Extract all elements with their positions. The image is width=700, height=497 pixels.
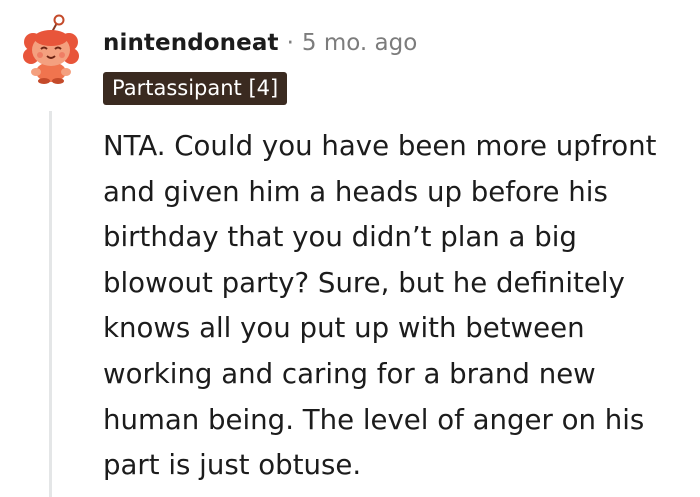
comment-body: NTA. Could you have been more upfront an… — [103, 123, 693, 488]
comment-body-line: and given him a heads up before his — [103, 174, 608, 208]
meta-separator: · — [286, 30, 294, 56]
user-flair: Partassipant [4] — [103, 72, 288, 105]
snoo-avatar-icon[interactable] — [14, 12, 88, 86]
comment-body-line: blowout party? Sure, but he definitely — [103, 265, 625, 299]
thread-line[interactable] — [49, 111, 52, 497]
username-link[interactable]: nintendoneat — [103, 30, 279, 56]
comment-timestamp[interactable]: 5 mo. ago — [302, 30, 417, 56]
comment-body-line: knows all you put up with between — [103, 311, 585, 345]
comment-body-line: NTA. Could you have been more upfront — [103, 129, 657, 162]
comment-header: nintendoneat · 5 mo. ago — [103, 26, 417, 60]
comment-body-line: part is just obtuse. — [103, 448, 362, 482]
comment-body-line: working and caring for a brand new — [103, 356, 596, 390]
comment-body-line: human being. The level of anger on his — [103, 402, 645, 436]
comment-body-line: birthday that you didn’t plan a big — [103, 220, 577, 254]
comment: nintendoneat · 5 mo. ago Partassipant [4… — [0, 0, 700, 497]
